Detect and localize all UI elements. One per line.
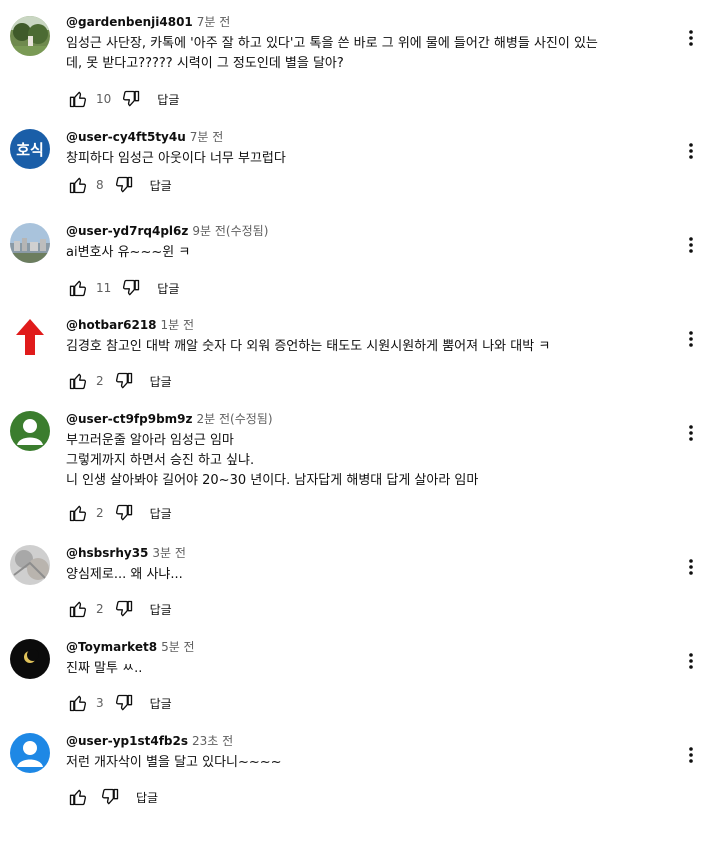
thumb-up-icon[interactable] xyxy=(66,785,90,809)
thumb-up-icon[interactable] xyxy=(66,276,90,300)
comment-actions: 2 답글 xyxy=(66,369,172,393)
like-count: 8 xyxy=(96,178,104,192)
reply-button[interactable]: 답글 xyxy=(150,373,172,390)
comment-author[interactable]: @user-yd7rq4pl6z xyxy=(66,224,188,238)
comment-header: @user-yd7rq4pl6z 9분 전(수정됨) xyxy=(66,223,675,239)
thumb-down-icon[interactable] xyxy=(112,597,136,621)
avatar[interactable] xyxy=(10,639,50,679)
reply-button[interactable]: 답글 xyxy=(150,505,172,522)
thumb-down-icon[interactable] xyxy=(112,501,136,525)
reply-button[interactable]: 답글 xyxy=(150,601,172,618)
comment-text: 양심제로... 왜 사냐... xyxy=(66,567,183,582)
comment-body: @user-yd7rq4pl6z 9분 전(수정됨) ai변호사 유~~~윈 ㅋ 11… xyxy=(66,223,675,297)
comment-time[interactable]: 3분 전 xyxy=(152,546,186,560)
comment-actions: 답글 xyxy=(66,785,158,809)
comment-text: 부끄러운줄 알아라 임성근 임마 그렇게까지 하면서 승진 하고 싶냐. 니 인… xyxy=(66,433,479,488)
comment-author[interactable]: @user-ct9fp9bm9z xyxy=(66,412,193,426)
thumb-up-icon[interactable] xyxy=(66,87,90,111)
more-vert-icon[interactable] xyxy=(683,327,699,351)
more-vert-icon[interactable] xyxy=(683,649,699,673)
thumb-up-icon[interactable] xyxy=(66,691,90,715)
comment-text: 창피하다 임성근 아웃이다 너무 부끄럽다 xyxy=(66,151,286,166)
comment-time[interactable]: 2분 전(수정됨) xyxy=(197,412,273,426)
comment-body: @hsbsrhy35 3분 전양심제로... 왜 사냐... 2 답글 xyxy=(66,545,675,618)
thumb-down-icon[interactable] xyxy=(112,369,136,393)
avatar[interactable] xyxy=(10,16,50,56)
reply-button[interactable]: 답글 xyxy=(136,789,158,806)
avatar[interactable]: 호식 xyxy=(10,129,50,169)
thumb-down-icon[interactable] xyxy=(112,691,136,715)
comment-body: @Toymarket8 5분 전진짜 말투 ㅆ.. 3 답글 xyxy=(66,639,675,712)
comment-header: @Toymarket8 5분 전 xyxy=(66,639,675,655)
thumb-down-icon[interactable] xyxy=(98,785,122,809)
comment-text: 임성근 사단장, 카톡에 '아주 잘 하고 있다'고 톡을 쓴 바로 그 위에 … xyxy=(66,36,598,71)
reply-button[interactable]: 답글 xyxy=(157,280,179,297)
comment-body: @user-ct9fp9bm9z 2분 전(수정됨) 부끄러운줄 알아라 임성근 임… xyxy=(66,411,675,522)
comment-header: @user-cy4ft5ty4u 7분 전 xyxy=(66,129,675,145)
more-vert-icon[interactable] xyxy=(683,421,699,445)
comment-author[interactable]: @Toymarket8 xyxy=(66,640,157,654)
comment-time[interactable]: 9분 전(수정됨) xyxy=(192,224,268,238)
comment-header: @user-ct9fp9bm9z 2분 전(수정됨) xyxy=(66,411,675,427)
more-vert-icon[interactable] xyxy=(683,26,699,50)
comment-thread: @gardenbenji4801 7분 전임성근 사단장, 카톡에 '아주 잘 하… xyxy=(0,14,725,124)
svg-text:호식: 호식 xyxy=(16,141,44,159)
comment-time[interactable]: 1분 전 xyxy=(161,318,195,332)
comment-header: @hsbsrhy35 3분 전 xyxy=(66,545,675,561)
like-count: 2 xyxy=(96,602,104,616)
thumb-up-icon[interactable] xyxy=(66,501,90,525)
comment-header: @gardenbenji4801 7분 전 xyxy=(66,14,675,30)
comment-body: @user-yp1st4fb2s 23초 전저런 개자삭이 별을 달고 있다니~~… xyxy=(66,733,675,806)
comment-actions: 3 답글 xyxy=(66,691,172,715)
comment-header: @user-yp1st4fb2s 23초 전 xyxy=(66,733,675,749)
comment-time[interactable]: 5분 전 xyxy=(161,640,195,654)
comment-time[interactable]: 23초 전 xyxy=(192,734,233,748)
like-count: 2 xyxy=(96,374,104,388)
comment-actions: 10 답글 xyxy=(66,87,179,111)
thumb-down-icon[interactable] xyxy=(112,173,136,197)
comment-actions: 8 답글 xyxy=(66,173,172,197)
comment-author[interactable]: @gardenbenji4801 xyxy=(66,15,193,29)
thumb-up-icon[interactable] xyxy=(66,369,90,393)
thumb-down-icon[interactable] xyxy=(119,87,143,111)
more-vert-icon[interactable] xyxy=(683,233,699,257)
avatar[interactable] xyxy=(10,223,50,263)
comment-actions: 2 답글 xyxy=(66,597,172,621)
comment-body: @user-cy4ft5ty4u 7분 전창피하다 임성근 아웃이다 너무 부끄럽… xyxy=(66,129,675,194)
comment-text: 진짜 말투 ㅆ.. xyxy=(66,661,143,676)
comment-thread: @user-yp1st4fb2s 23초 전저런 개자삭이 별을 달고 있다니~~… xyxy=(0,733,725,843)
reply-button[interactable]: 답글 xyxy=(150,177,172,194)
comment-text: ai변호사 유~~~윈 ㅋ xyxy=(66,245,191,260)
like-count: 2 xyxy=(96,506,104,520)
like-count: 10 xyxy=(96,92,112,106)
avatar[interactable] xyxy=(10,733,50,773)
thumb-up-icon[interactable] xyxy=(66,597,90,621)
comment-author[interactable]: @user-yp1st4fb2s xyxy=(66,734,188,748)
avatar[interactable] xyxy=(10,411,50,451)
comment-actions: 2 답글 xyxy=(66,501,172,525)
comment-header: @hotbar6218 1분 전 xyxy=(66,317,675,333)
thumb-up-icon[interactable] xyxy=(66,173,90,197)
comment-text: 저런 개자삭이 별을 달고 있다니~~~~ xyxy=(66,755,282,770)
like-count: 3 xyxy=(96,696,104,710)
avatar[interactable] xyxy=(10,317,50,357)
comment-author[interactable]: @hsbsrhy35 xyxy=(66,546,148,560)
avatar[interactable] xyxy=(10,545,50,585)
comment-body: @gardenbenji4801 7분 전임성근 사단장, 카톡에 '아주 잘 하… xyxy=(66,14,675,108)
comment-time[interactable]: 7분 전 xyxy=(190,130,224,144)
comment-author[interactable]: @hotbar6218 xyxy=(66,318,157,332)
comment-time[interactable]: 7분 전 xyxy=(197,15,231,29)
comment-author[interactable]: @user-cy4ft5ty4u xyxy=(66,130,186,144)
comment-thread: @user-ct9fp9bm9z 2분 전(수정됨) 부끄러운줄 알아라 임성근 임… xyxy=(0,411,725,522)
more-vert-icon[interactable] xyxy=(683,743,699,767)
reply-button[interactable]: 답글 xyxy=(157,91,179,108)
comment-text: 김경호 참고인 대박 깨알 숫자 다 외워 증언하는 태도도 시원시원하게 뿜어… xyxy=(66,339,551,354)
reply-button[interactable]: 답글 xyxy=(150,695,172,712)
more-vert-icon[interactable] xyxy=(683,555,699,579)
like-count: 11 xyxy=(96,281,112,295)
more-vert-icon[interactable] xyxy=(683,139,699,163)
comment-actions: 11 답글 xyxy=(66,276,179,300)
comment-body: @hotbar6218 1분 전김경호 참고인 대박 깨알 숫자 다 외워 증언하… xyxy=(66,317,675,390)
thumb-down-icon[interactable] xyxy=(119,276,143,300)
